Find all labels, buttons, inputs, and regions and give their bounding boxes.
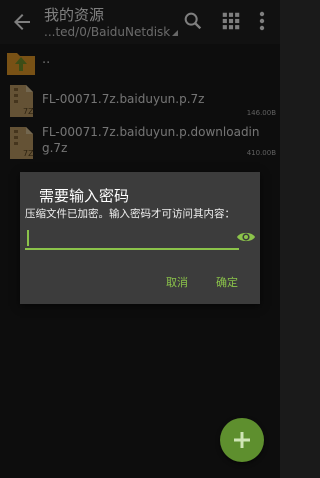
cancel-button[interactable]: 取消 — [166, 274, 188, 290]
password-input[interactable] — [25, 226, 239, 250]
dialog-message: 压缩文件已加密。输入密码才可访问其内容： — [25, 208, 235, 220]
eye-icon[interactable] — [236, 230, 256, 244]
text-cursor — [27, 230, 29, 246]
plus-icon — [234, 432, 250, 448]
ok-button[interactable]: 确定 — [216, 274, 238, 290]
dialog-title: 需要输入密码 — [39, 187, 130, 205]
add-fab-button[interactable] — [220, 418, 264, 462]
password-dialog: 需要输入密码 压缩文件已加密。输入密码才可访问其内容： 取消 确定 — [20, 172, 260, 304]
